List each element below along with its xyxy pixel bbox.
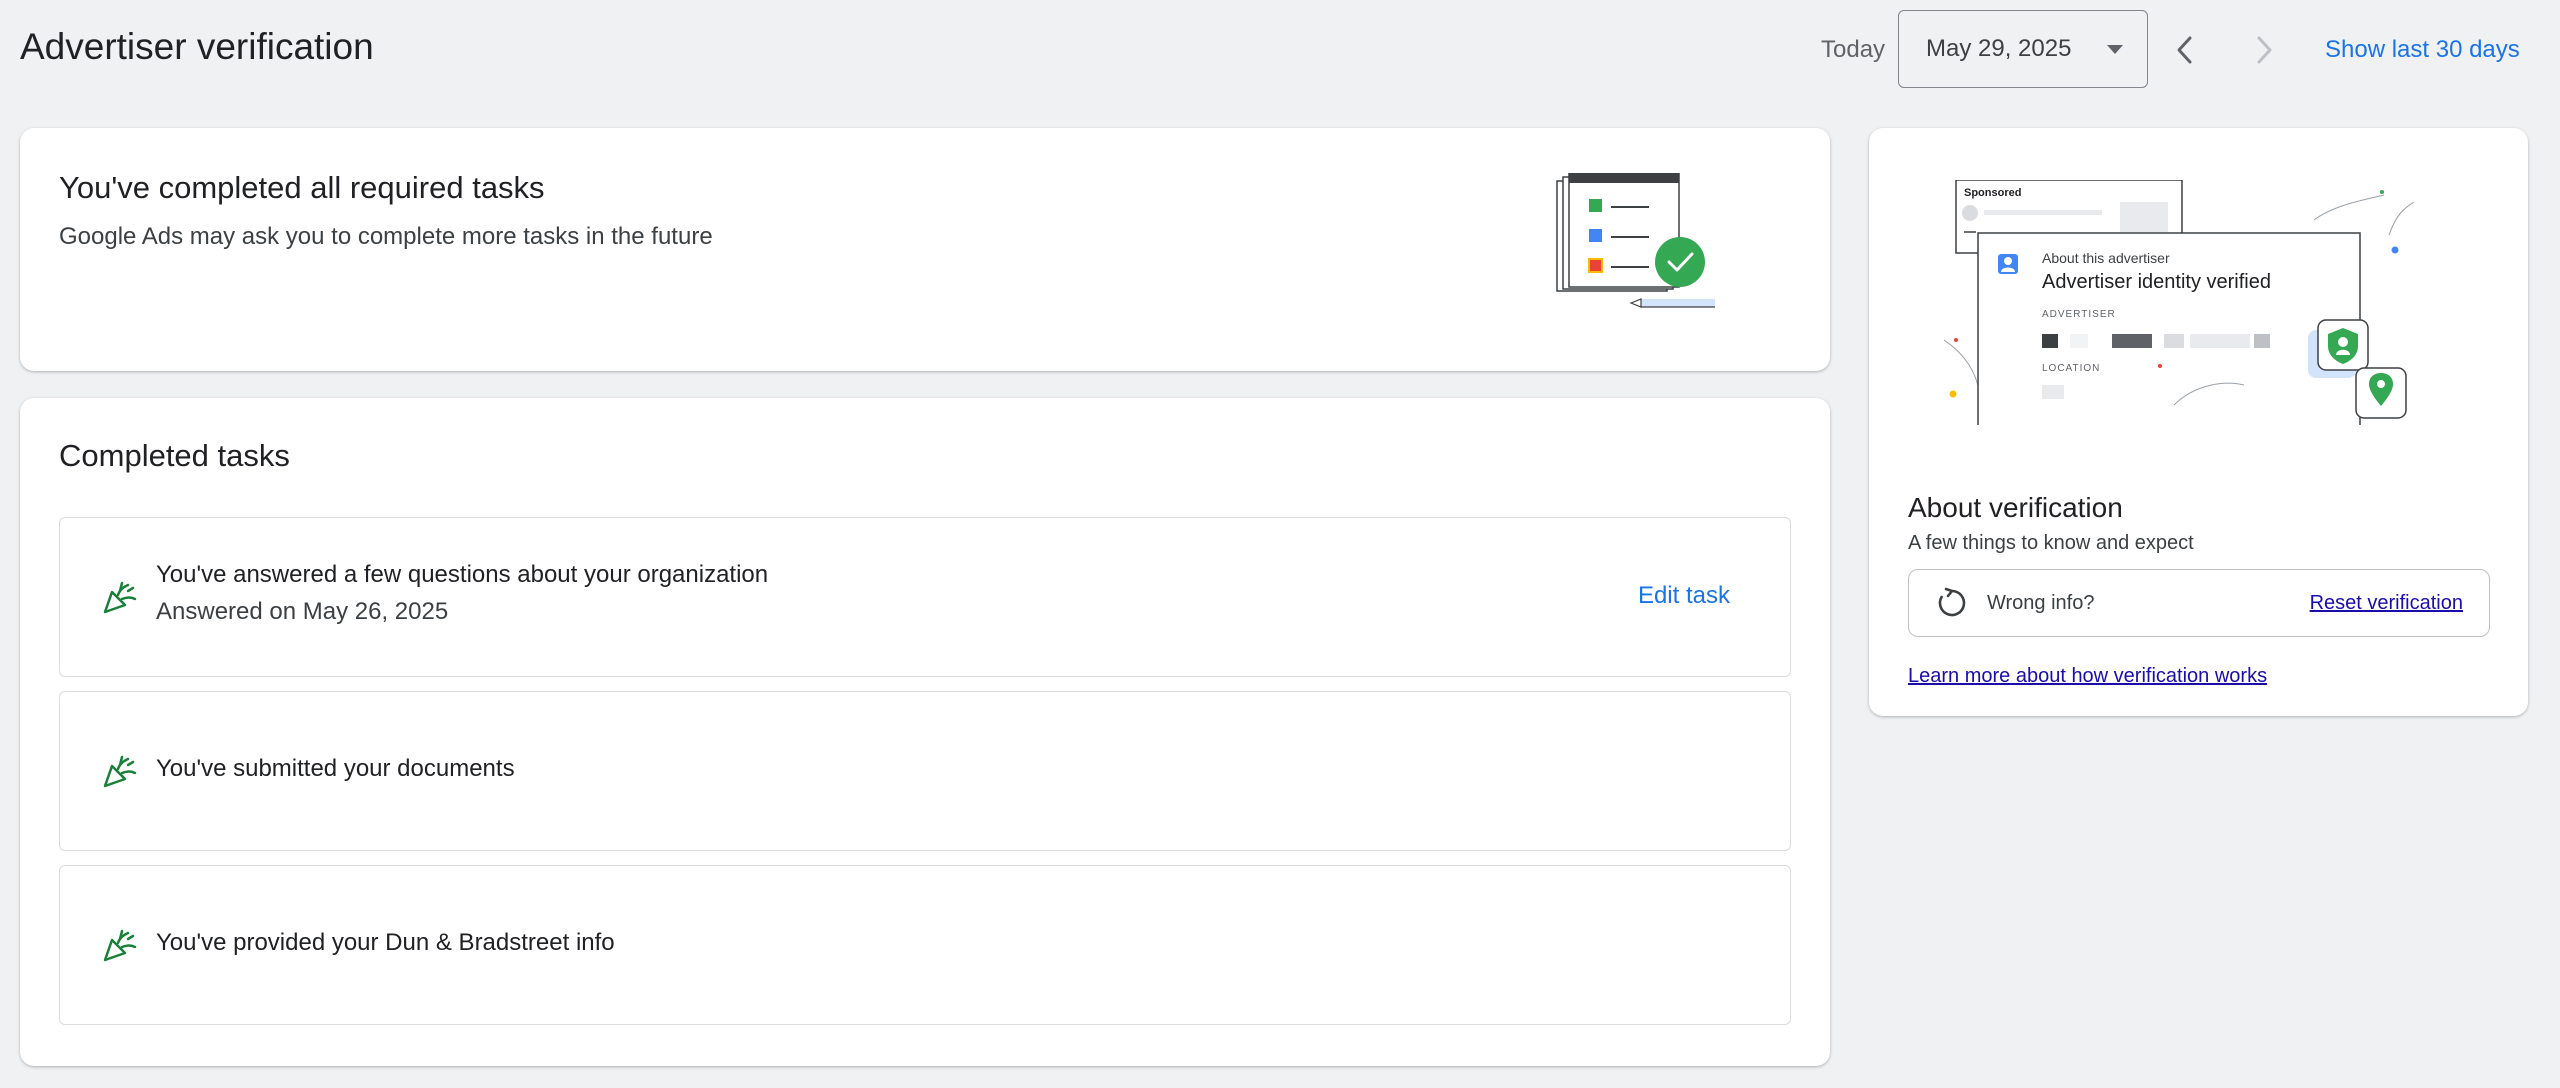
learn-more-link[interactable]: Learn more about how verification works [1908, 665, 2267, 688]
next-date-button[interactable] [2239, 25, 2289, 75]
task-title: You've submitted your documents [156, 755, 515, 782]
celebration-icon [103, 929, 137, 962]
date-value: May 29, 2025 [1926, 35, 2072, 62]
about-verification-subtitle: A few things to know and expect [1908, 532, 2194, 554]
advertiser-verified-illustration: Sponsored About this advertiser Advertis… [1944, 180, 2415, 425]
celebration-icon [103, 755, 137, 788]
about-verification-title: About verification [1908, 492, 2123, 523]
task-date: Answered on May 26, 2025 [156, 598, 449, 625]
celebration-icon [103, 581, 137, 614]
previous-date-button[interactable] [2160, 25, 2210, 75]
wrong-info-text: Wrong info? [1987, 592, 2095, 614]
summary-title: You've completed all required tasks [59, 170, 545, 205]
completed-tasks-title: Completed tasks [59, 438, 290, 473]
edit-task-link[interactable]: Edit task [1638, 582, 1730, 610]
today-label: Today [1821, 36, 1886, 63]
top-bar: Advertiser verification Today May 29, 20… [0, 0, 2560, 100]
chevron-left-icon [2177, 36, 2192, 64]
summary-card: You've completed all required tasks Goog… [20, 128, 1830, 371]
completed-tasks-card: Completed tasks You've answered a few qu… [20, 398, 1830, 1066]
summary-subtitle: Google Ads may ask you to complete more … [59, 223, 713, 250]
task-title: You've answered a few questions about yo… [156, 561, 769, 588]
checklist-illustration [1556, 173, 1715, 308]
location-field-label: LOCATION [2042, 363, 2100, 374]
chevron-right-icon [2257, 36, 2272, 64]
about-advertiser-label: About this advertiser [2042, 250, 2170, 266]
task-item-documents: You've submitted your documents [59, 691, 1791, 851]
about-verification-card: Sponsored About this advertiser Advertis… [1869, 128, 2528, 716]
reset-icon [1938, 587, 1966, 617]
date-select[interactable]: May 29, 2025 [1898, 10, 2148, 88]
sponsored-label: Sponsored [1964, 187, 2021, 199]
task-item-dun-bradstreet: You've provided your Dun & Bradstreet in… [59, 865, 1791, 1025]
show-last-30-days-link[interactable]: Show last 30 days [2325, 36, 2520, 64]
page-title: Advertiser verification [20, 26, 374, 67]
advertiser-field-label: ADVERTISER [2042, 309, 2116, 320]
reset-verification-link[interactable]: Reset verification [2310, 592, 2463, 615]
identity-verified-label: Advertiser identity verified [2042, 271, 2271, 293]
caret-down-icon [2107, 45, 2123, 54]
task-title: You've provided your Dun & Bradstreet in… [156, 929, 615, 956]
wrong-info-box: Wrong info? Reset verification [1908, 569, 2490, 637]
task-item-organization: You've answered a few questions about yo… [59, 517, 1791, 677]
